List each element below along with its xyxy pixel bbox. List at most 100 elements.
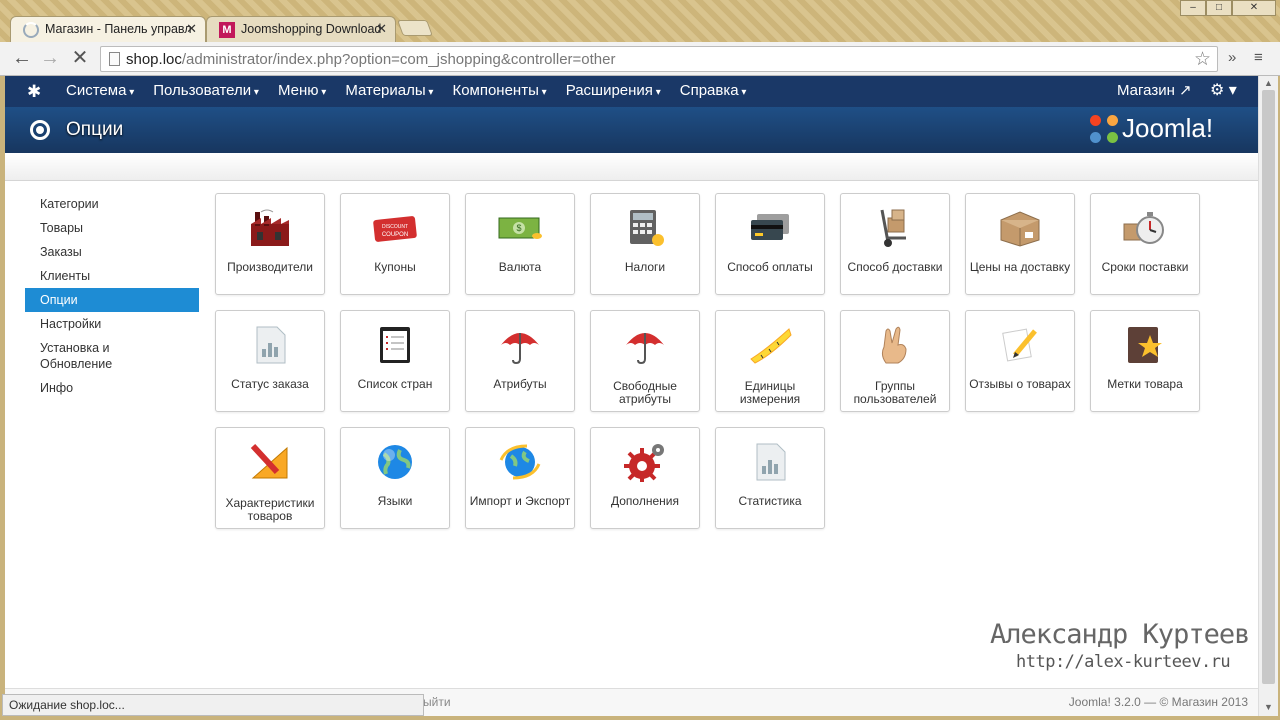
window-close-button[interactable]: ✕ xyxy=(1232,0,1276,16)
gears-icon xyxy=(622,442,668,484)
menu-item-0[interactable]: Система xyxy=(66,76,134,107)
option-tile-8[interactable]: Статус заказа xyxy=(215,310,325,412)
forward-arrow-icon[interactable]: → xyxy=(38,48,62,68)
option-tile-0[interactable]: Производители xyxy=(215,193,325,295)
tab-joomshopping[interactable]: M Joomshopping Download ✕ xyxy=(206,16,396,42)
sidebar-item-0[interactable]: Категории xyxy=(25,192,199,216)
option-tile-14[interactable]: Отзывы о товарах xyxy=(965,310,1075,412)
scroll-thumb[interactable] xyxy=(1262,90,1275,684)
option-tile-label: Отзывы о товарах xyxy=(969,377,1071,391)
svg-text:DISCOUNT: DISCOUNT xyxy=(382,224,408,230)
option-tile-9[interactable]: Список стран xyxy=(340,310,450,412)
option-tile-label: Атрибуты xyxy=(493,377,547,391)
option-tile-5[interactable]: Способ доставки xyxy=(840,193,950,295)
bookmark-star-icon[interactable]: ☆ xyxy=(1194,48,1211,71)
option-tile-label: Налоги xyxy=(624,260,666,274)
option-tile-label: Свободные атрибуты xyxy=(613,379,677,406)
coupon-icon: DISCOUNT COUPON xyxy=(372,208,418,248)
measuring-tape-icon xyxy=(747,325,793,365)
logout-link-partial[interactable]: ыйти xyxy=(423,695,451,709)
menu-item-5[interactable]: Расширения xyxy=(566,76,661,107)
new-tab-button[interactable] xyxy=(397,20,433,36)
watermark: Александр Куртеев http://alex-kurteev.ru xyxy=(990,619,1250,672)
tab-shop-admin[interactable]: Магазин - Панель управл ✕ xyxy=(10,16,206,42)
option-tile-18[interactable]: Импорт и Экспорт xyxy=(465,427,575,529)
option-tile-label: Единицы измерения xyxy=(739,379,801,406)
menu-item-3[interactable]: Материалы xyxy=(345,76,433,107)
option-tile-12[interactable]: Единицы измерения xyxy=(715,310,825,412)
joomshopping-favicon-icon: M xyxy=(219,22,235,38)
menu-item-2[interactable]: Меню xyxy=(278,76,326,107)
option-tile-1[interactable]: DISCOUNT COUPON Купоны xyxy=(340,193,450,295)
scroll-down-icon[interactable]: ▼ xyxy=(1264,702,1273,712)
factory-icon xyxy=(247,208,293,248)
page-header: Опции Joomla! xyxy=(5,107,1258,153)
option-tile-17[interactable]: Языки xyxy=(340,427,450,529)
toolbar-strip xyxy=(5,153,1258,181)
svg-text:COUPON: COUPON xyxy=(382,232,408,238)
umbrella-icon xyxy=(497,325,543,365)
sidebar-item-4[interactable]: Опции xyxy=(25,288,199,312)
close-icon[interactable]: ✕ xyxy=(376,21,387,37)
option-tile-13[interactable]: Группы пользователей xyxy=(840,310,950,412)
sidebar-item-6[interactable]: Установка и Обновление xyxy=(25,336,199,376)
option-tile-label: Купоны xyxy=(374,260,416,274)
joomla-brand-logo: Joomla! xyxy=(1090,113,1213,144)
menu-item-1[interactable]: Пользователи xyxy=(153,76,259,107)
browser-status-bubble: Ожидание shop.loc... xyxy=(2,694,424,716)
option-tile-10[interactable]: Атрибуты xyxy=(465,310,575,412)
browser-toolbar: ← → ✕ shop.loc/administrator/index.php?o… xyxy=(0,42,1280,76)
calculator-icon xyxy=(622,208,668,248)
option-tile-label: Цены на доставку xyxy=(969,260,1071,274)
option-tile-2[interactable]: $ Валюта xyxy=(465,193,575,295)
option-tile-3[interactable]: Налоги xyxy=(590,193,700,295)
tab-title: Магазин - Панель управл xyxy=(45,22,192,36)
scroll-up-icon[interactable]: ▲ xyxy=(1264,78,1273,88)
menu-icon[interactable]: ≡ xyxy=(1254,49,1263,66)
page-icon xyxy=(109,52,120,66)
maximize-button[interactable]: □ xyxy=(1206,0,1232,16)
option-tile-4[interactable]: Способ оплаты xyxy=(715,193,825,295)
option-tile-label: Способ доставки xyxy=(847,260,943,274)
joomla-logo-icon xyxy=(1090,115,1118,143)
back-arrow-icon[interactable]: ← xyxy=(10,48,34,68)
option-tile-20[interactable]: Статистика xyxy=(715,427,825,529)
report-icon xyxy=(747,442,793,482)
option-tile-label: Список стран xyxy=(357,377,433,391)
option-tile-label: Статус заказа xyxy=(231,377,309,391)
menu-item-4[interactable]: Компоненты xyxy=(452,76,546,107)
sidebar-menu: Категории Товары Заказы Клиенты Опции Настрой… xyxy=(25,192,199,400)
minimize-button[interactable]: – xyxy=(1180,0,1206,16)
close-icon[interactable]: ✕ xyxy=(186,21,197,37)
tab-title: Joomshopping Download xyxy=(241,22,382,36)
option-tile-label: Группы пользователей xyxy=(853,379,937,406)
page-scrollbar[interactable]: ▲ ▼ xyxy=(1258,76,1278,716)
version-copyright: Joomla! 3.2.0 — © Магазин 2013 xyxy=(1068,695,1248,709)
sidebar-item-2[interactable]: Заказы xyxy=(25,240,199,264)
loading-spinner-icon xyxy=(23,22,39,38)
option-tile-6[interactable]: Цены на доставку xyxy=(965,193,1075,295)
extensions-chevron-icon[interactable]: » xyxy=(1228,49,1236,66)
money-icon: $ xyxy=(497,208,543,248)
option-tile-11[interactable]: Свободные атрибуты xyxy=(590,310,700,412)
sidebar-item-3[interactable]: Клиенты xyxy=(25,264,199,288)
sidebar-item-5[interactable]: Настройки xyxy=(25,312,199,336)
shop-frontend-link[interactable]: Магазин ↗ xyxy=(1117,76,1192,106)
option-tile-7[interactable]: Сроки поставки xyxy=(1090,193,1200,295)
option-tile-19[interactable]: Дополнения xyxy=(590,427,700,529)
sidebar-item-7[interactable]: Инфо xyxy=(25,376,199,400)
sidebar-item-1[interactable]: Товары xyxy=(25,216,199,240)
stop-loading-icon[interactable]: ✕ xyxy=(68,48,92,68)
menu-item-6[interactable]: Справка xyxy=(680,76,747,107)
user-settings-gear-icon[interactable]: ⚙ ▾ xyxy=(1210,76,1237,106)
option-tile-label: Дополнения xyxy=(611,494,679,508)
option-tile-label: Характеристики товаров xyxy=(225,496,315,523)
address-bar[interactable]: shop.loc/administrator/index.php?option=… xyxy=(100,46,1218,72)
options-grid: Производители DISCOUNT COUPON Купоны $ Валюта… xyxy=(215,193,1215,533)
option-tile-16[interactable]: Характеристики товаров xyxy=(215,427,325,529)
clipboard-icon xyxy=(372,325,418,365)
option-tile-15[interactable]: Метки товара xyxy=(1090,310,1200,412)
joomla-icon[interactable]: ✱ xyxy=(27,82,41,102)
box-icon xyxy=(997,208,1043,248)
option-tile-label: Способ оплаты xyxy=(727,260,813,274)
